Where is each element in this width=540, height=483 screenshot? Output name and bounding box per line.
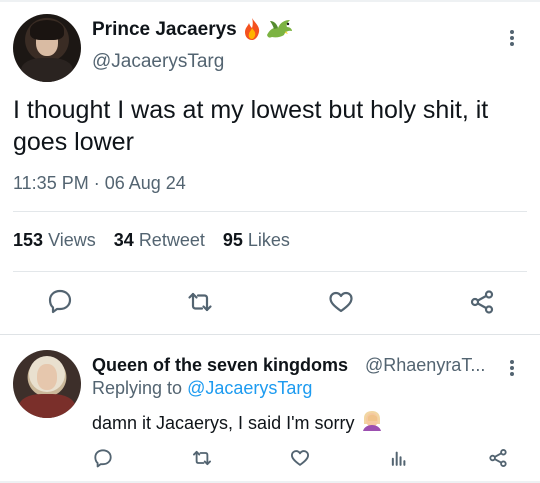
views-icon[interactable] — [389, 448, 409, 468]
likes-stat[interactable]: 95 Likes — [223, 230, 290, 251]
reply-handle[interactable]: @RhaenyraT... — [365, 355, 485, 376]
tweet-stats: 153 Views 34 Retweet 95 Likes — [13, 230, 290, 251]
more-options-icon[interactable] — [505, 27, 519, 49]
divider — [13, 211, 527, 212]
like-icon[interactable] — [290, 448, 310, 468]
tweet-detail-view: Prince Jacaerys @JacaerysTarg I thought … — [0, 0, 540, 483]
replying-to-label: Replying to — [92, 378, 183, 398]
author-display-name[interactable]: Prince Jacaerys — [92, 19, 237, 41]
reply-text: damn it Jacaerys, I said I'm sorry — [92, 409, 384, 434]
dragon-icon — [267, 20, 292, 38]
tweet-separator — [0, 334, 540, 335]
replying-to-mention[interactable]: @JacaerysTarg — [187, 378, 312, 398]
share-icon[interactable] — [488, 448, 508, 468]
reply-avatar[interactable] — [13, 350, 81, 418]
tweet-timestamp[interactable]: 11:35 PM · 06 Aug 24 — [13, 173, 186, 194]
share-icon[interactable] — [469, 289, 495, 315]
reply-more-options-icon[interactable] — [505, 358, 519, 378]
divider — [13, 271, 527, 272]
views-stat[interactable]: 153 Views — [13, 230, 96, 251]
reply-text-body: damn it Jacaerys, I said I'm sorry — [92, 413, 355, 433]
avatar[interactable] — [13, 14, 81, 82]
woman-facepalming-icon — [362, 411, 381, 431]
like-icon[interactable] — [328, 289, 354, 315]
name-emoji-group — [242, 17, 294, 41]
fire-icon — [245, 18, 260, 40]
retweet-stat[interactable]: 34 Retweet — [114, 230, 205, 251]
reply-display-name[interactable]: Queen of the seven kingdoms — [92, 355, 348, 376]
reply-icon[interactable] — [93, 448, 113, 468]
tweet-text: I thought I was at my lowest but holy sh… — [13, 96, 489, 156]
retweet-icon[interactable] — [192, 448, 212, 468]
top-divider — [0, 0, 540, 2]
reply-icon[interactable] — [47, 288, 73, 314]
replying-to-line: Replying to @JacaerysTarg — [92, 378, 312, 399]
author-handle[interactable]: @JacaerysTarg — [92, 51, 224, 73]
retweet-icon[interactable] — [187, 289, 213, 315]
